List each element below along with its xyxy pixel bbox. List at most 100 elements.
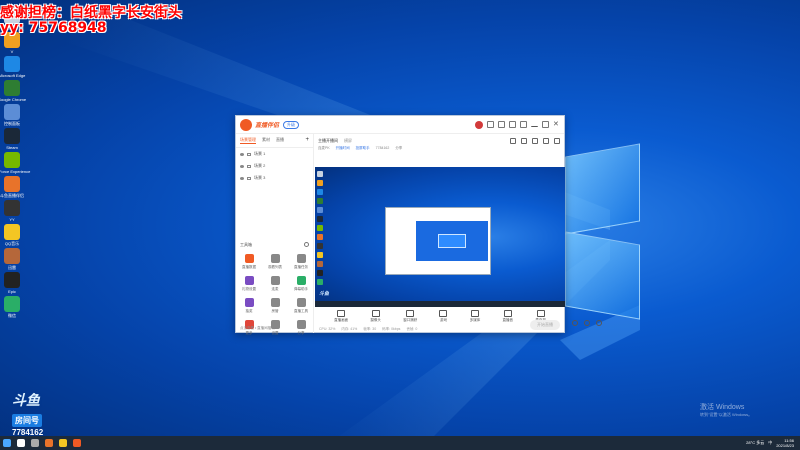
source-label: 摄像头 [370,318,381,322]
room-info-link[interactable]: 分享 [395,146,402,151]
taskbar: 28°C 多云 中 11:56 2021/8/23 [0,436,800,450]
avatar[interactable] [475,120,483,129]
menu-icon[interactable] [520,121,527,128]
app-titlebar[interactable]: 直播伴侣 升级 ✕ [236,116,564,134]
desktop-shortcut[interactable]: QQ音乐 [2,224,22,247]
taskbar-button[interactable] [14,436,28,450]
desktop-shortcut[interactable]: 迅雷 [2,248,22,271]
gear-icon[interactable] [596,320,602,326]
desktop-shortcut[interactable]: Epic [2,272,22,294]
tool-item[interactable]: 直播工具 [288,298,314,314]
left-footer[interactable]: 点击查看 • 直播间福利 [240,326,275,331]
taskbar-button[interactable] [70,436,84,450]
eye-icon[interactable] [240,176,244,180]
tool-item[interactable]: 礼物设置 [236,276,262,292]
tool-item[interactable]: 房管 [262,298,288,314]
preview-edge-icon [317,189,323,195]
room-info-link[interactable]: 7784162 [376,146,390,151]
source-label: 直播画面 [334,318,349,322]
room-info-link[interactable]: 投屏助手 [356,146,370,151]
scene-item[interactable]: 场景 1 [236,148,313,160]
taskbar-button[interactable] [42,436,56,450]
tab-main-room[interactable]: 主播开播间 [318,138,338,144]
tool-item[interactable]: 观看列表 [262,254,288,270]
desktop-shortcut-label: Steam [6,145,18,150]
status-item: 内存: 41% [341,327,358,331]
taskbar-button[interactable] [56,436,70,450]
tool-item[interactable]: 抽奖 [236,298,262,314]
speaker-icon[interactable] [572,320,578,326]
tool-label: 礼物设置 [242,287,256,291]
room-info-link[interactable]: 连麦PK [318,146,330,151]
taskbar-button[interactable] [28,436,42,450]
lock-icon[interactable] [247,164,251,168]
app-black-icon [4,272,20,288]
settings-icon[interactable] [509,121,516,128]
chrome-icon [4,80,20,96]
desktop-shortcut[interactable]: YY [2,200,22,222]
app-orange-icon [4,176,20,192]
scene-label: 场景 2 [254,163,266,168]
source-button[interactable]: 直播画面 [334,310,348,323]
record-icon[interactable] [510,138,516,144]
desktop-shortcut[interactable]: Microsoft Edge [0,56,25,78]
room-info-links: 连麦PK 开播时间 投屏助手 7784162 分享 [314,146,564,154]
maximize-icon[interactable] [542,121,549,128]
tool-icon [244,298,254,307]
gift-icon[interactable] [521,138,527,144]
tool-item[interactable]: 连麦 [262,276,288,292]
tool-label: 直播工具 [294,309,308,313]
desktop-shortcut[interactable]: GeForce Experience [0,152,30,174]
desktop-shortcut[interactable]: 斗鱼直播伴侣 [0,176,24,199]
source-button[interactable]: 游戏 [439,310,448,323]
tool-item[interactable]: 直播数据 [236,254,262,270]
eye-icon[interactable] [240,164,244,168]
taskbar-button[interactable] [0,436,14,450]
clock[interactable]: 11:56 2021/8/23 [776,438,794,448]
source-button[interactable]: 多媒体 [470,310,480,323]
minimize-icon[interactable] [531,123,538,127]
tool-item[interactable]: 弹幕助手 [288,276,314,292]
mic-icon[interactable] [584,320,590,326]
scene-item[interactable]: 场景 3 [236,172,313,184]
share-icon[interactable] [554,138,560,144]
fullscreen-icon[interactable] [543,138,549,144]
tool-icon [270,276,280,285]
layout-icon[interactable] [532,138,538,144]
upgrade-badge[interactable]: 升级 [283,120,300,129]
desktop-shortcut[interactable]: 微信 [2,296,22,319]
weather-text[interactable]: 28°C 多云 [746,440,764,446]
scene-item[interactable]: 场景 2 [236,160,313,172]
lock-icon[interactable] [247,152,251,156]
source-button[interactable]: 窗口捕获 [403,310,417,323]
desktop-shortcut[interactable]: Google Chrome [0,80,26,102]
add-scene-button[interactable]: + [305,137,309,144]
desktop-shortcut[interactable]: 控制面板 [2,104,22,127]
source-button[interactable]: 摄像头 [370,310,381,323]
ime-indicator[interactable]: 中 [768,440,772,446]
desktop-shortcut[interactable]: Steam [2,128,22,150]
live-app-window[interactable]: 直播伴侣 升级 ✕ 场景管理 素材 直播 + 场景 1 场景 2 场景 3 工具… [235,115,602,336]
tab-material[interactable]: 素材 [262,137,270,144]
preview-recycle-bin-icon [317,171,323,177]
app-dark-icon [4,200,20,216]
tab-landscape[interactable]: 横屏 [344,138,352,144]
source-button[interactable]: 直播音 [503,310,513,323]
room-info-link[interactable]: 开播时间 [336,146,350,151]
tool-item[interactable]: 直播任务 [288,254,314,270]
status-item: CPU: 32% [319,327,336,331]
close-icon[interactable]: ✕ [553,121,560,128]
tab-scene[interactable]: 场景管理 [240,137,256,144]
skin-icon[interactable] [498,121,505,128]
refresh-icon[interactable] [304,242,309,247]
desktop-shortcut-label: YY [9,217,15,222]
stream-preview[interactable]: 斗鱼 [315,167,565,307]
message-icon[interactable] [487,121,494,128]
activate-windows-watermark: 激活 Windows 转到"设置"以激活 Windows。 [700,402,752,418]
tab-live[interactable]: 直播 [276,137,284,144]
tool-item[interactable]: 分享 [288,320,314,336]
nested-app-window [385,207,491,275]
eye-icon[interactable] [240,152,244,156]
desktop-shortcut-label: V [10,49,14,54]
lock-icon[interactable] [247,176,251,180]
